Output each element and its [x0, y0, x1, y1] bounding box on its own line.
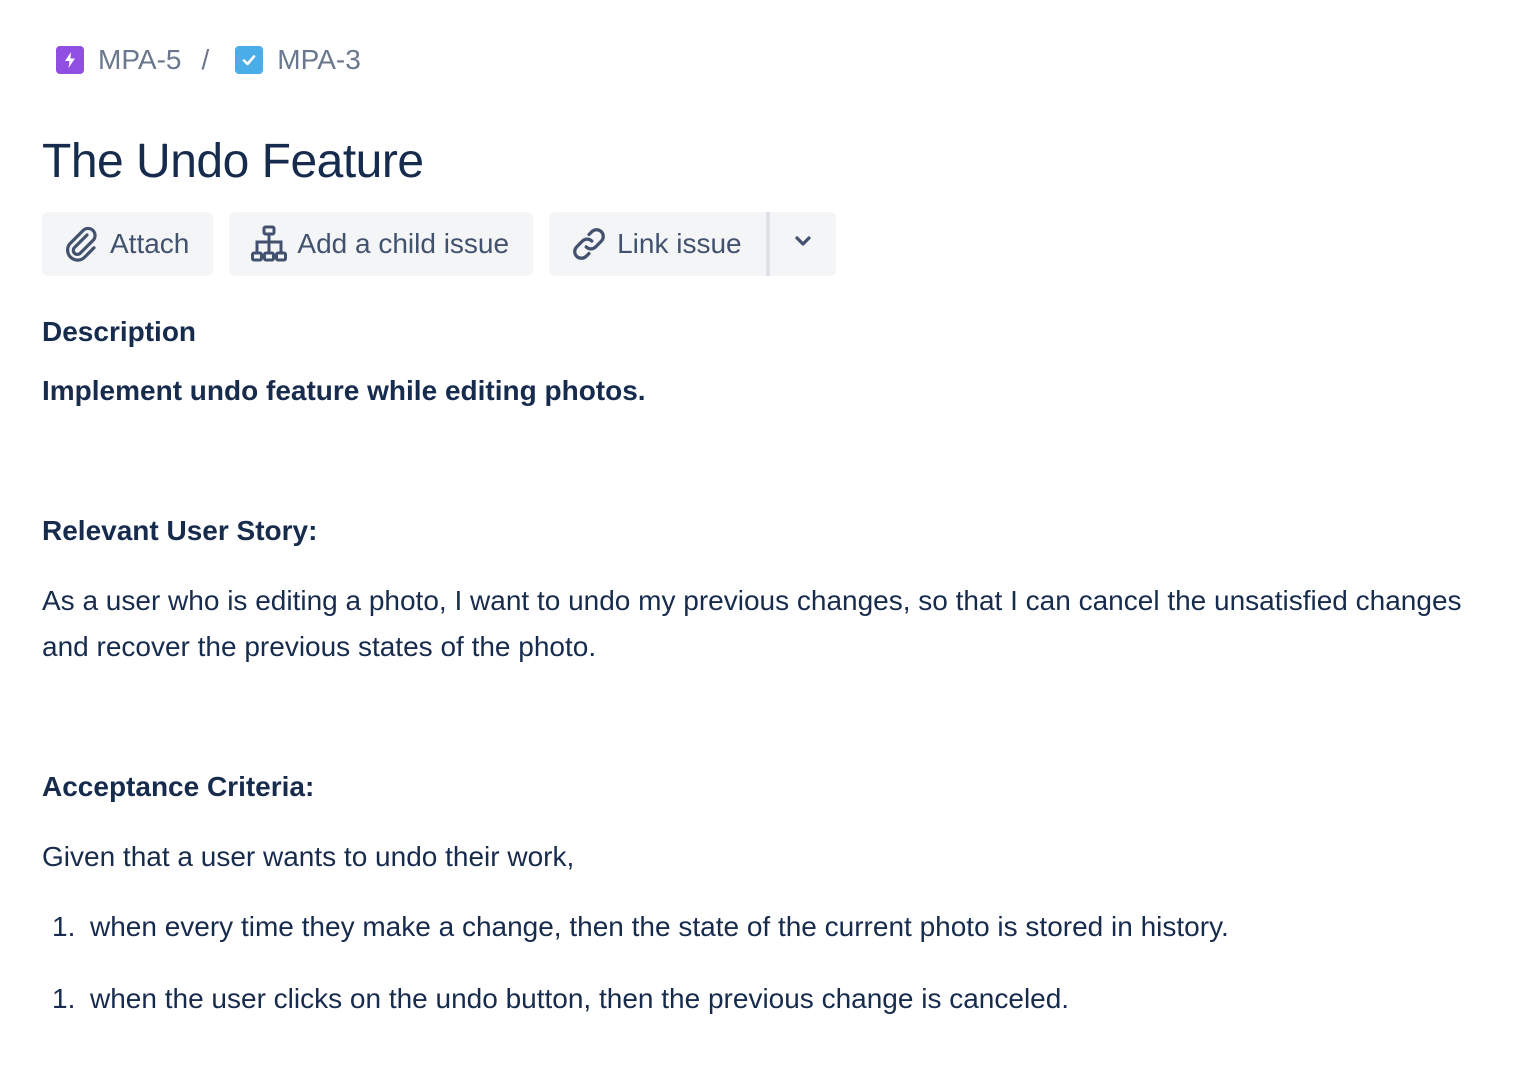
- acceptance-criteria-list: 1. when every time they make a change, t…: [42, 904, 1462, 1022]
- list-item: 1. when every time they make a change, t…: [42, 904, 1462, 950]
- description-summary: Implement undo feature while editing pho…: [42, 375, 646, 406]
- list-item-text: when the user clicks on the undo button,…: [90, 983, 1070, 1014]
- acceptance-criteria-heading: Acceptance Criteria:: [42, 771, 315, 802]
- epic-lightning-icon: [56, 46, 84, 74]
- link-issue-button[interactable]: Link issue: [549, 212, 766, 276]
- add-child-issue-button[interactable]: Add a child issue: [229, 212, 534, 276]
- issue-title[interactable]: The Undo Feature: [42, 132, 424, 192]
- acceptance-criteria-intro: Given that a user wants to undo their wo…: [42, 841, 575, 872]
- list-item-number: 1.: [52, 983, 76, 1014]
- list-item-number: 1.: [52, 911, 76, 942]
- user-story-heading: Relevant User Story:: [42, 515, 318, 546]
- breadcrumb: MPA-5 / MPA-3: [56, 44, 361, 76]
- attach-button-label: Attach: [110, 228, 190, 259]
- issue-toolbar: Attach Add a child issue Link issue: [42, 212, 836, 276]
- breadcrumb-parent-label: MPA-5: [98, 44, 182, 75]
- breadcrumb-current-task[interactable]: MPA-3: [235, 44, 361, 76]
- link-issue-label: Link issue: [617, 228, 742, 259]
- split-button-divider: [765, 212, 770, 276]
- description-body[interactable]: Implement undo feature while editing pho…: [42, 368, 1462, 1048]
- list-item: 1. when the user clicks on the undo butt…: [42, 976, 1462, 1022]
- more-actions-dropdown-button[interactable]: [769, 212, 836, 276]
- chevron-down-icon: [790, 228, 816, 261]
- link-icon: [571, 226, 607, 262]
- task-checkbox-icon: [235, 46, 264, 74]
- breadcrumb-separator: /: [201, 44, 210, 75]
- link-issue-split-button: Link issue: [549, 212, 836, 276]
- attach-button[interactable]: Attach: [42, 212, 214, 276]
- add-child-issue-label: Add a child issue: [297, 228, 510, 259]
- description-heading: Description: [42, 316, 197, 347]
- paperclip-icon: [64, 226, 100, 262]
- list-item-text: when every time they make a change, then…: [90, 911, 1229, 942]
- hierarchy-icon: [251, 225, 288, 262]
- breadcrumb-current-label: MPA-3: [277, 44, 361, 75]
- user-story-text: As a user who is editing a photo, I want…: [42, 585, 1462, 662]
- breadcrumb-parent-epic[interactable]: MPA-5: [56, 44, 182, 76]
